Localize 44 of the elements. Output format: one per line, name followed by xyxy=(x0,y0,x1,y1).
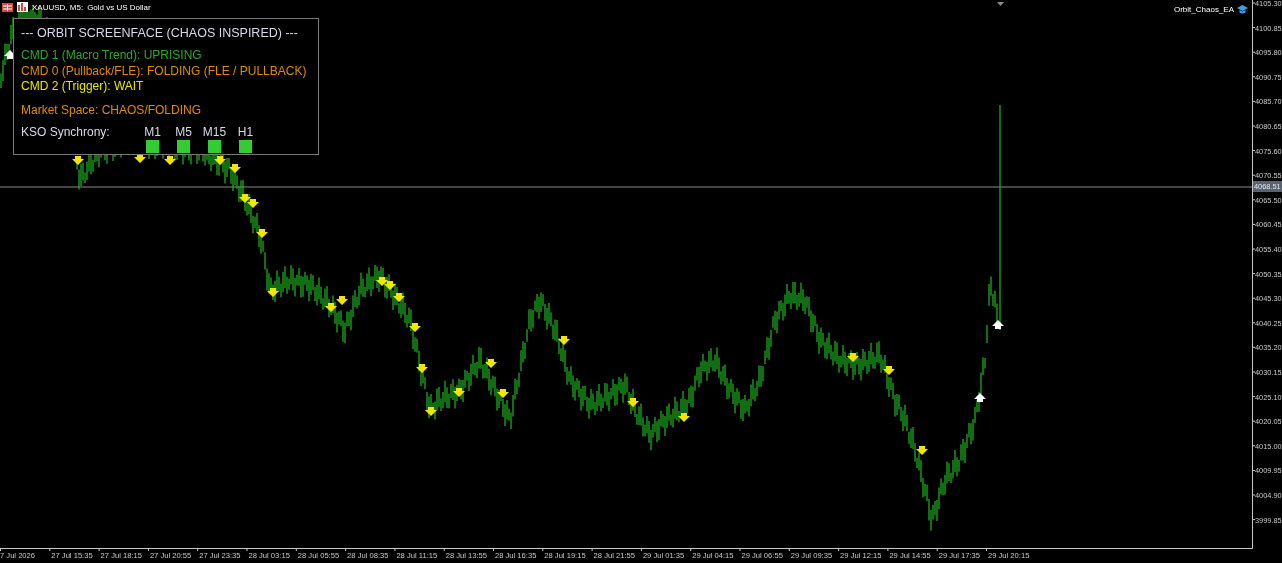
sync-label: KSO Synchrony: xyxy=(21,124,111,139)
chart-symbol: XAUUSD, M5: xyxy=(32,2,84,12)
down-arrow-icon xyxy=(164,156,176,165)
down-arrow-icon xyxy=(393,293,405,302)
down-arrow-icon xyxy=(916,446,928,455)
timeframe-label: M15 xyxy=(202,124,227,139)
command-status: CMD 1 (Macro Trend): UPRISING xyxy=(21,48,203,64)
down-arrow-icon xyxy=(485,359,497,368)
down-arrow-icon xyxy=(678,413,690,422)
down-arrow-icon xyxy=(214,156,226,165)
chart-grid-icon[interactable] xyxy=(2,2,13,12)
down-arrow-icon xyxy=(558,336,570,345)
up-arrow-icon xyxy=(974,393,986,402)
timeframe-label: M5 xyxy=(175,124,192,139)
shift-marker-icon[interactable] xyxy=(997,2,1004,6)
down-arrow-icon xyxy=(376,277,388,286)
down-arrow-icon xyxy=(256,229,268,238)
down-arrow-icon xyxy=(72,156,84,165)
down-arrow-icon xyxy=(267,288,279,297)
command-status: CMD 0 (Pullback/FLE): FOLDING (FLE / PULLBACK) xyxy=(21,63,308,79)
bar-chart-icon[interactable] xyxy=(17,2,28,12)
chart-description: Gold vs US Dollar xyxy=(87,2,151,12)
down-arrow-icon xyxy=(325,303,337,312)
down-arrow-icon xyxy=(239,194,251,203)
down-arrow-icon xyxy=(336,296,348,305)
down-arrow-icon xyxy=(627,398,639,407)
down-arrow-icon xyxy=(384,281,396,290)
panel-title: --- ORBIT SCREENFACE (CHAOS INSPIRED) --- xyxy=(21,26,299,40)
market-space-status: Market Space: CHAOS/FOLDING xyxy=(21,102,203,117)
down-arrow-icon xyxy=(847,353,859,362)
down-arrow-icon xyxy=(409,323,421,332)
up-arrow-icon xyxy=(992,320,1004,329)
command-status: CMD 2 (Trigger): WAIT xyxy=(21,79,145,95)
timeframe-label: M1 xyxy=(144,124,161,139)
down-arrow-icon xyxy=(453,388,465,397)
down-arrow-icon xyxy=(425,407,437,416)
down-arrow-icon xyxy=(883,366,895,375)
graduation-cap-icon[interactable] xyxy=(1237,5,1248,14)
down-arrow-icon xyxy=(416,364,428,373)
down-arrow-icon xyxy=(247,199,259,208)
timeframe-label: H1 xyxy=(237,124,254,139)
down-arrow-icon xyxy=(229,164,241,173)
expert-name: Orbit_Chaos_EA xyxy=(1173,5,1234,14)
down-arrow-icon xyxy=(497,389,509,398)
